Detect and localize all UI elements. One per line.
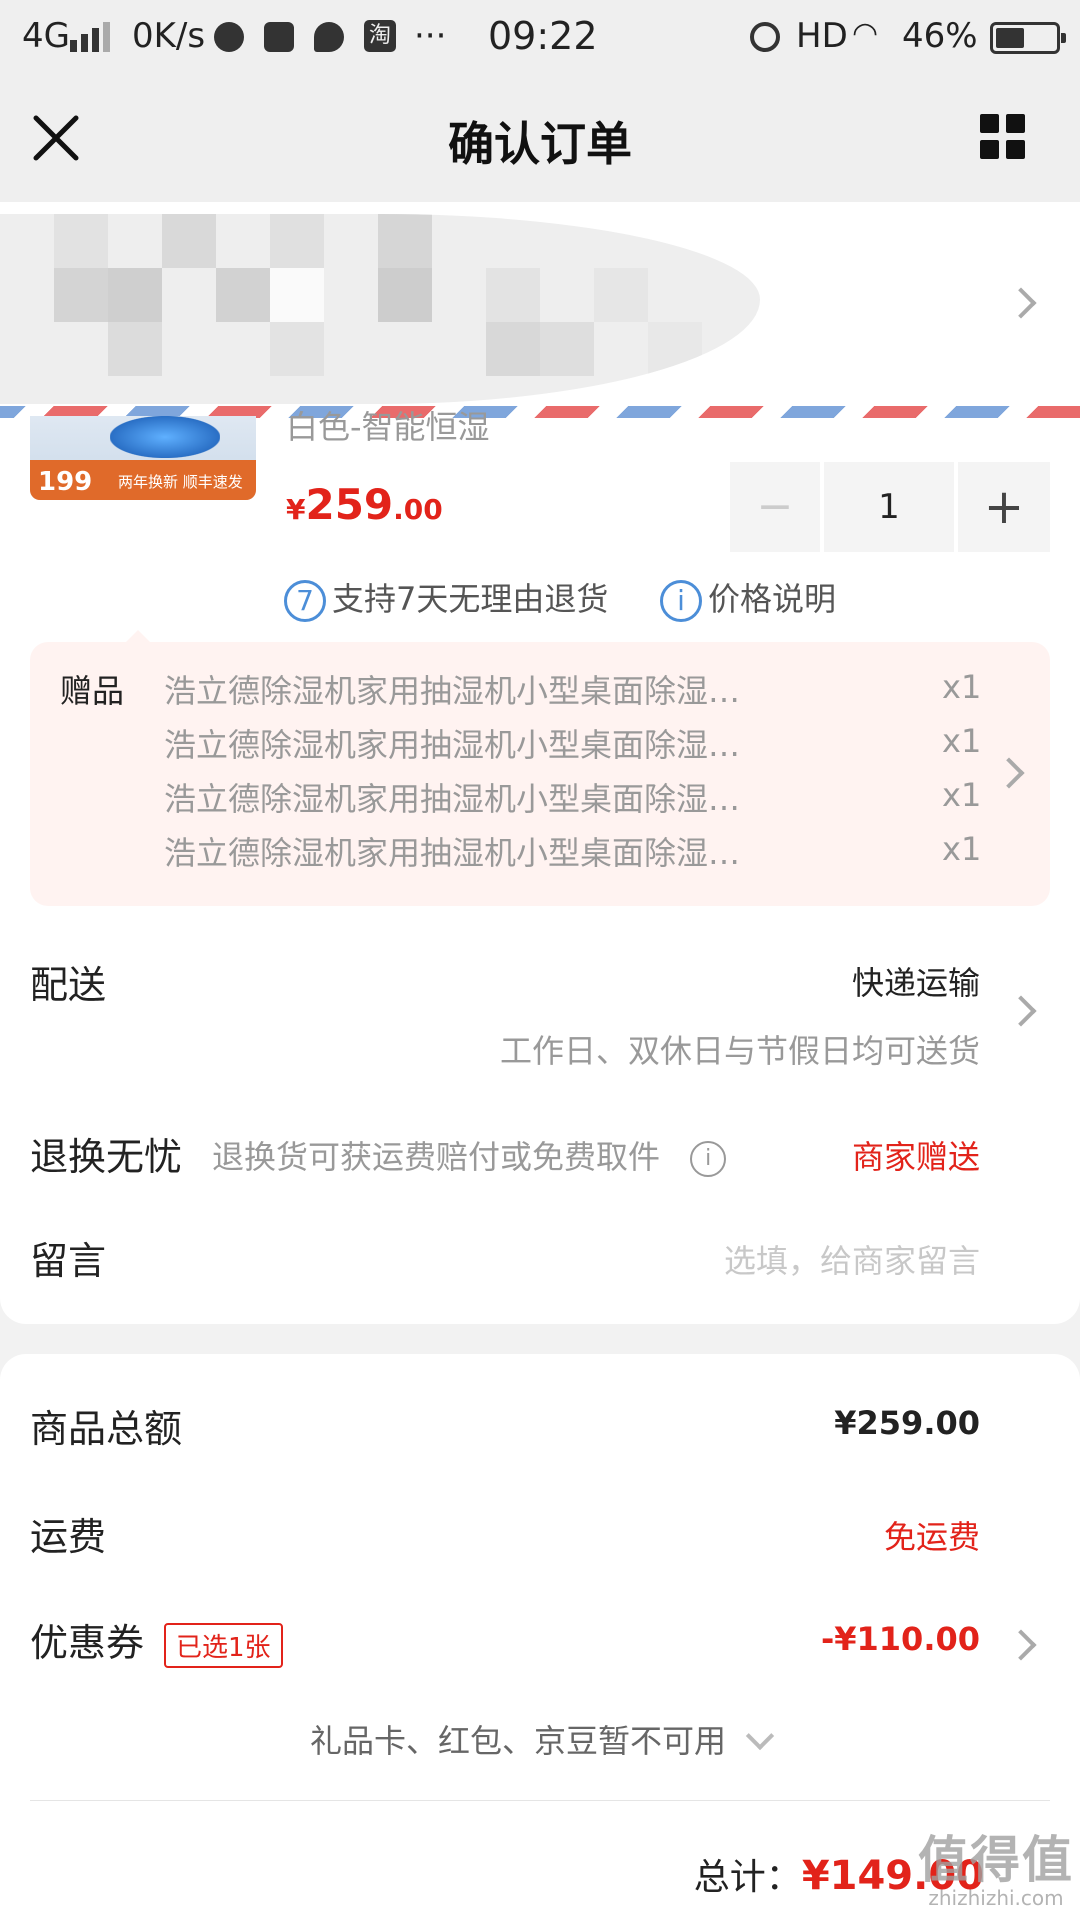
address-chevron-icon[interactable]	[1005, 287, 1037, 319]
gift-item-name: 浩立德除湿机家用抽湿机小型桌面除湿器干…	[164, 726, 764, 764]
storage-icon	[264, 22, 294, 52]
wifi-icon: ◠	[852, 16, 879, 51]
status-bar: 4G 0K/s 淘 ··· 09:22 HD ◠ 46%	[0, 0, 1080, 76]
increase-button[interactable]: +	[958, 462, 1050, 552]
gift-item-name: 浩立德除湿机家用抽湿机小型桌面除湿器干…	[164, 672, 764, 710]
battery-icon	[990, 22, 1066, 54]
return-policy[interactable]: 7 支持7天无理由退货	[284, 574, 608, 622]
total-label: 总计：	[693, 1857, 802, 1898]
decrease-button[interactable]: −	[730, 462, 820, 552]
hd-indicator: HD	[796, 16, 848, 56]
battery-percent: 46%	[902, 16, 978, 56]
info-icon: i	[660, 580, 702, 622]
delivery-chevron-icon	[1005, 995, 1037, 1027]
subtotal-label: 商品总额	[30, 1407, 183, 1451]
gift-item-qty: x1	[942, 668, 982, 706]
summary-divider	[30, 1800, 1050, 1801]
network-speed: 0K/s	[132, 16, 206, 56]
subtotal-value: ¥259.00	[834, 1404, 980, 1442]
gift-card-toggle[interactable]: 礼品卡、红包、京豆暂不可用	[0, 1716, 1080, 1762]
message-input[interactable]: 选填，给商家留言	[724, 1236, 980, 1282]
gift-item-qty: x1	[942, 722, 982, 760]
delivery-label: 配送	[30, 963, 107, 1007]
expand-chevron-icon	[745, 1721, 775, 1751]
order-card: 199 两年换新 顺丰速发 白色-智能恒湿 ¥259.00 − 1 + 7 支持7…	[0, 202, 1080, 1324]
gift-item-qty: x1	[942, 776, 982, 814]
returns-label: 退换无忧	[30, 1135, 183, 1179]
coupon-badge: 已选1张	[164, 1623, 283, 1668]
gift-section[interactable]: 赠品 浩立德除湿机家用抽湿机小型桌面除湿器干… x1 浩立德除湿机家用抽湿机小型…	[30, 642, 1050, 906]
product-image[interactable]: 199 两年换新 顺丰速发	[30, 416, 256, 500]
clock: 09:22	[488, 14, 598, 58]
gift-chevron-icon	[993, 757, 1025, 789]
price-explanation[interactable]: i 价格说明	[660, 574, 836, 622]
delivery-method: 快递运输	[851, 964, 980, 1002]
quantity-stepper: − 1 +	[730, 462, 1050, 552]
address-section-blurred[interactable]	[0, 214, 760, 404]
coupon-label: 优惠券 已选1张	[30, 1612, 283, 1668]
gift-item-qty: x1	[942, 830, 982, 868]
gift-label: 赠品	[60, 672, 125, 710]
quantity-value[interactable]: 1	[824, 462, 954, 552]
signal-icon	[70, 22, 114, 52]
coupon-chevron-icon	[1005, 1629, 1037, 1661]
delivery-schedule: 工作日、双休日与节假日均可送货	[499, 1032, 980, 1070]
grid-menu-icon[interactable]	[980, 114, 1026, 160]
returns-description: 退换货可获运费赔付或免费取件 i	[212, 1132, 727, 1178]
returns-value: 商家赠送	[851, 1138, 980, 1176]
page-title: 确认订单	[448, 117, 632, 171]
product-variant: 白色-智能恒湿	[286, 408, 490, 446]
site-watermark: 值得值 zhizhizhi.com	[918, 1831, 1074, 1910]
returns-info-icon[interactable]: i	[690, 1141, 727, 1177]
product-price: ¥259.00	[286, 480, 443, 529]
message-label: 留言	[30, 1239, 107, 1283]
alarm-icon	[750, 22, 780, 52]
taobao-icon: 淘	[364, 20, 396, 52]
gift-item-name: 浩立德除湿机家用抽湿机小型桌面除湿器干…	[164, 780, 764, 818]
nav-bar: 确认订单	[0, 76, 1080, 202]
summary-card: 商品总额 ¥259.00 运费 免运费 优惠券 已选1张 -¥110.00 礼品卡…	[0, 1354, 1080, 1920]
shipping-label: 运费	[30, 1515, 107, 1559]
coupon-value: -¥110.00	[820, 1620, 980, 1658]
chat-icon	[314, 22, 344, 52]
gift-item-name: 浩立德除湿机家用抽湿机小型桌面除湿器干…	[164, 834, 764, 872]
more-notifications-icon: ···	[414, 16, 447, 56]
browser-icon	[214, 22, 244, 52]
network-type: 4G	[22, 16, 70, 56]
seven-day-icon: 7	[284, 580, 326, 622]
shipping-value: 免运费	[883, 1518, 980, 1556]
